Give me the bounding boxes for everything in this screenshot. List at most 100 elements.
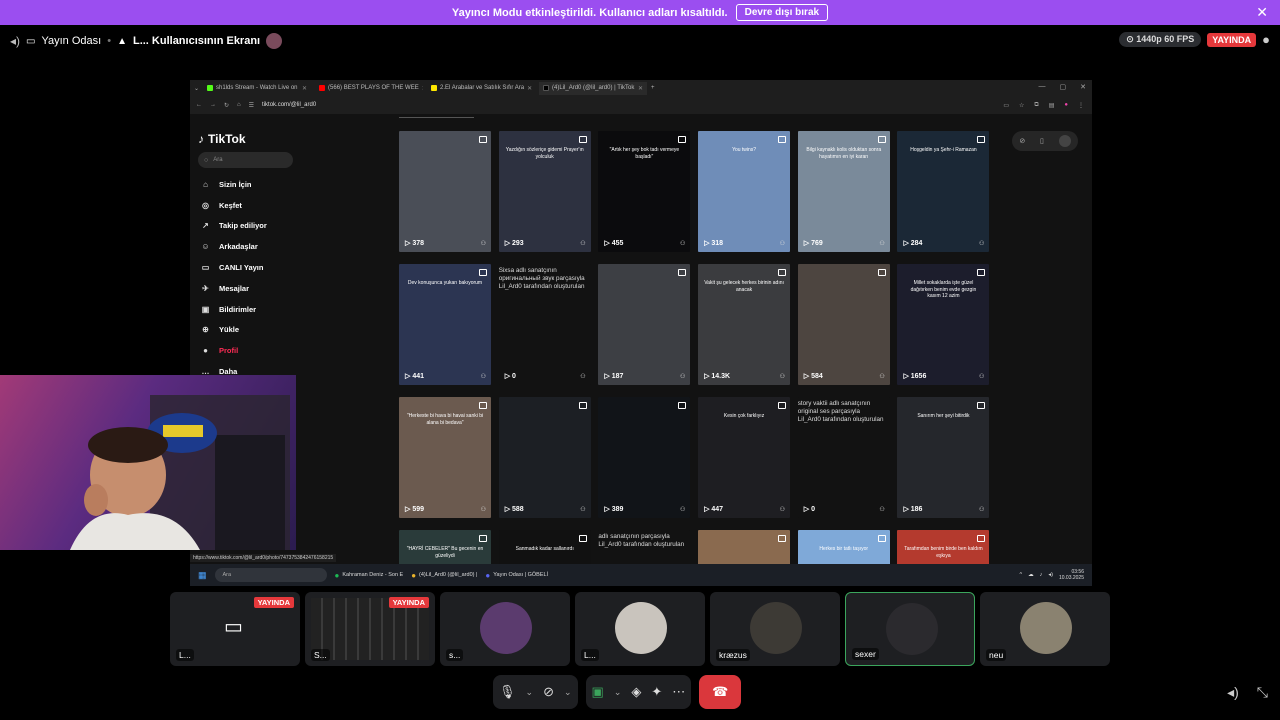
- cloud-icon[interactable]: ☁: [1028, 572, 1034, 578]
- video-thumbnail[interactable]: Kesin çok farklıyız ▷ 447 ⚇: [698, 397, 791, 518]
- video-thumbnail[interactable]: ▷ 584 ⚇: [797, 264, 890, 385]
- close-window-icon[interactable]: ✕: [1080, 83, 1086, 91]
- play-icon: ▷: [504, 506, 513, 513]
- tiktok-logo[interactable]: ♪ TikTok: [198, 114, 380, 146]
- screen-share-icon[interactable]: ▣: [592, 684, 604, 700]
- sidebar-item[interactable]: ● Profil: [198, 340, 380, 361]
- windows-start-icon[interactable]: ▦: [198, 570, 207, 581]
- participant-tile[interactable]: L...: [575, 592, 705, 666]
- profile-icon[interactable]: ●: [1064, 102, 1068, 109]
- nav-icon: ⊕: [202, 325, 209, 335]
- disconnect-button[interactable]: ☎: [699, 675, 742, 709]
- profile-avatar[interactable]: [1058, 135, 1071, 147]
- bookmark-star-icon[interactable]: ☆: [1019, 102, 1024, 109]
- view-count: ▷ 441: [405, 373, 425, 380]
- clock[interactable]: 03:56 10.03.2025: [1059, 569, 1084, 581]
- cast-icon[interactable]: ▭: [1003, 102, 1009, 109]
- video-caption: Tarafımdan benim birde ben kaldım eşkıya: [904, 546, 983, 559]
- video-thumbnail[interactable]: Yazdığın sözleriçe gidemi Prayer'ın yolc…: [498, 131, 591, 252]
- video-thumbnail[interactable]: Sanırım her şeyi bitirdik ▷ 186 ⚇: [897, 397, 990, 518]
- activity-icon[interactable]: ◈: [631, 684, 641, 700]
- volume-icon[interactable]: ◂): [10, 34, 20, 48]
- more-icon[interactable]: ⋯: [672, 684, 685, 700]
- video-thumbnail[interactable]: story vaktii adlı sanatçının original se…: [797, 397, 890, 518]
- chevron-down-icon[interactable]: ⌄: [564, 687, 572, 698]
- video-thumbnail[interactable]: ▷ 187 ⚇: [598, 264, 691, 385]
- video-thumbnail[interactable]: Dev konuşunca yukarı bakıyorum ▷ 441 ⚇: [399, 264, 491, 385]
- video-thumbnail[interactable]: Millet sokaklarda işte güzel dağıtırken …: [897, 264, 990, 385]
- participant-tile[interactable]: s...: [440, 592, 570, 666]
- minimize-icon[interactable]: —: [1039, 83, 1046, 91]
- people-icon: ⚇: [679, 374, 686, 380]
- nav-icon: ●: [203, 346, 208, 356]
- disable-streamer-mode-button[interactable]: Devre dışı bırak: [735, 4, 829, 21]
- taskbar-app[interactable]: ● (4)Lil_Ard0 (@lil_ard0) |: [411, 571, 477, 580]
- video-thumbnail[interactable]: "Artık her şey bok tadı vermeye başladı"…: [598, 131, 691, 252]
- channel-name[interactable]: Yayın Odası: [41, 35, 101, 47]
- camera-off-icon[interactable]: ⊘: [543, 684, 554, 700]
- taskbar-search[interactable]: Ara: [214, 568, 327, 582]
- video-thumbnail[interactable]: Bilgi kaynaklı kolis olduktan sonra haya…: [797, 131, 890, 252]
- avatar: [615, 602, 667, 654]
- maximize-icon[interactable]: ▢: [1060, 83, 1067, 91]
- mic-icon[interactable]: ♪: [1040, 572, 1043, 578]
- chat-icon[interactable]: ●: [1262, 32, 1270, 47]
- sidebar-item[interactable]: ⌂ Sizin İçin: [198, 174, 380, 195]
- browser-tab[interactable]: (4)Lil_Ard0 (@lil_ard0) | TikTok ✕: [539, 81, 648, 95]
- site-info-icon[interactable]: ☰: [249, 102, 254, 109]
- chevron-up-icon[interactable]: ^: [1020, 572, 1023, 578]
- menu-icon[interactable]: ⋮: [1078, 102, 1084, 109]
- sidebar-icon[interactable]: ▤: [1049, 102, 1055, 109]
- sidebar-item[interactable]: ▭ CANLI Yayın: [198, 257, 380, 278]
- tab-menu-icon[interactable]: ⌄: [194, 85, 199, 92]
- video-thumbnail[interactable]: "Herkeste bi hava bi havai sanki bi alan…: [399, 397, 491, 518]
- chevron-down-icon[interactable]: ⌄: [526, 687, 534, 698]
- browser-tab[interactable]: sh1lds Stream - Watch Live on ✕: [203, 82, 311, 95]
- volume-icon[interactable]: ◂): [1227, 684, 1239, 701]
- video-thumbnail[interactable]: ▷ 389 ⚇: [598, 397, 691, 518]
- video-thumbnail[interactable]: Vakit şu gelecek herkes birinin adını an…: [698, 264, 791, 385]
- participant-tile[interactable]: YAYINDA S...: [305, 592, 435, 666]
- participant-tile[interactable]: kræzus: [710, 592, 840, 666]
- video-caption: Vakit şu gelecek herkes birinin adını an…: [704, 280, 784, 293]
- home-icon[interactable]: ⌂: [237, 102, 241, 108]
- sidebar-item[interactable]: ☺ Arkadaşlar: [198, 236, 380, 257]
- compass-icon[interactable]: ⊘: [1019, 137, 1025, 145]
- video-thumbnail[interactable]: ▷ 378 ⚇: [399, 131, 491, 252]
- sidebar-item[interactable]: ◎ Keşfet: [198, 195, 380, 216]
- exit-fullscreen-icon[interactable]: ⤡: [1257, 684, 1268, 701]
- sidebar-item[interactable]: ▣ Bildirimler: [198, 299, 380, 320]
- browser-tab[interactable]: (566) BEST PLAYS OF THE WEE✕: [315, 82, 423, 95]
- forward-icon[interactable]: →: [210, 102, 216, 108]
- sidebar-item[interactable]: ⊕ Yükle: [198, 320, 380, 341]
- search-input[interactable]: ○ Ara: [198, 152, 293, 168]
- participant-tile[interactable]: neu: [980, 592, 1110, 666]
- video-thumbnail[interactable]: Sixsa adlı sanatçının оригинальный звук …: [498, 264, 591, 385]
- extensions-icon[interactable]: ⧉: [1034, 102, 1038, 109]
- sidebar-item[interactable]: ↗ Takip ediliyor: [198, 216, 380, 237]
- new-tab-icon[interactable]: +: [651, 85, 655, 91]
- video-thumbnail[interactable]: Hoşgeldin ya Şehr-i Ramazan ▷ 284 ⚇: [897, 131, 990, 252]
- taskbar-app[interactable]: ● Yayın Odası | GÖBELİ: [485, 571, 548, 580]
- people-icon: ⚇: [480, 374, 486, 380]
- separator: •: [107, 35, 112, 47]
- view-count: ▷ 284: [903, 240, 923, 247]
- taskbar-app[interactable]: ● Kahraman Deniz - Son E: [335, 571, 404, 580]
- speaker-icon[interactable]: ◂): [1048, 572, 1053, 578]
- video-thumbnail[interactable]: You twins? ▷ 318 ⚇: [698, 131, 791, 252]
- soundboard-icon[interactable]: ✦: [651, 684, 662, 700]
- back-icon[interactable]: ←: [196, 102, 202, 108]
- participant-tile[interactable]: ▭ YAYINDA L...: [170, 592, 300, 666]
- reload-icon[interactable]: ↻: [224, 102, 229, 109]
- microphone-icon[interactable]: 🎙︎: [499, 684, 516, 700]
- people-icon: ⚇: [779, 374, 786, 380]
- close-icon[interactable]: ✕: [1256, 4, 1268, 21]
- participant-tile[interactable]: sexer: [845, 592, 975, 666]
- chevron-down-icon[interactable]: ⌄: [614, 687, 622, 698]
- browser-tab[interactable]: 2.El Arabalar ve Satılık Sıfır Ara ✕: [427, 82, 535, 95]
- video-thumbnail[interactable]: ▷ 588 ⚇: [498, 397, 591, 518]
- url-field[interactable]: tiktok.com/@lil_ard0: [262, 102, 316, 108]
- sidebar-item-label: Takip ediliyor: [219, 221, 267, 231]
- phone-icon[interactable]: ▯: [1040, 137, 1044, 145]
- sidebar-item[interactable]: ✈ Mesajlar: [198, 278, 380, 299]
